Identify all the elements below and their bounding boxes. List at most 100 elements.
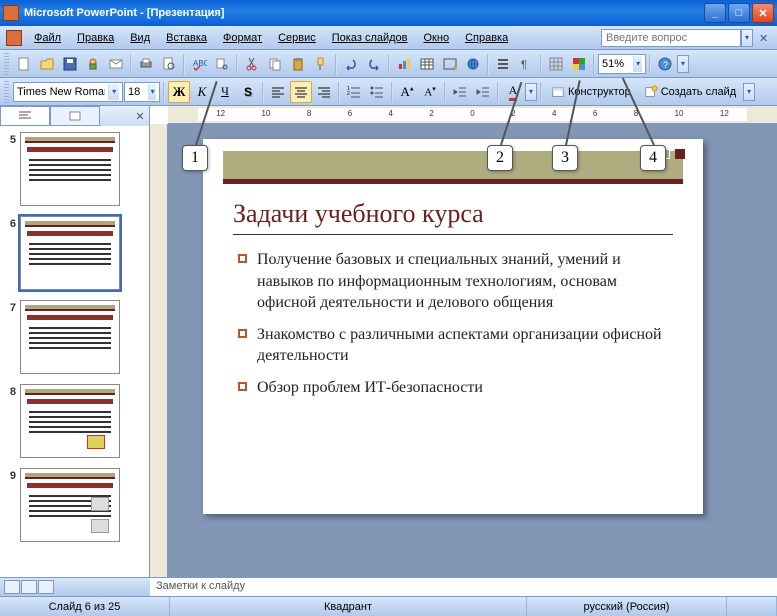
horizontal-ruler[interactable]: 12108642024681012 <box>168 106 777 124</box>
toolbar-options[interactable]: ▾ <box>677 55 689 73</box>
font-color-dropdown[interactable]: ▾ <box>525 83 537 101</box>
slide-stage[interactable]: Задачи учебного курса Получение базовых … <box>168 124 777 577</box>
spellcheck-icon[interactable]: ABC <box>188 53 210 75</box>
callout-3: 3 <box>552 145 578 171</box>
shadow-button[interactable]: S <box>237 81 259 103</box>
increase-indent-icon[interactable] <box>472 81 494 103</box>
new-icon[interactable] <box>13 53 35 75</box>
thumbnail-list[interactable]: 5 6 7 8 9 <box>0 126 149 577</box>
slide-body[interactable]: Получение базовых и специальных знаний, … <box>238 249 673 409</box>
status-language[interactable]: русский (Россия) <box>527 597 727 616</box>
research-icon[interactable] <box>211 53 233 75</box>
print-icon[interactable] <box>135 53 157 75</box>
grid-icon[interactable] <box>545 53 567 75</box>
bullet-item[interactable]: Получение базовых и специальных знаний, … <box>238 249 673 314</box>
maximize-button[interactable]: □ <box>728 3 750 23</box>
normal-view-button[interactable] <box>4 580 20 594</box>
menu-window[interactable]: Окно <box>416 29 458 47</box>
status-layout: Квадрант <box>170 597 527 616</box>
menubar: Файл Правка Вид Вставка Формат Сервис По… <box>0 26 777 50</box>
align-right-icon[interactable] <box>313 81 335 103</box>
zoom-input[interactable] <box>602 58 630 70</box>
cut-icon[interactable] <box>241 53 263 75</box>
zoom-combo[interactable]: ▾ <box>598 54 646 74</box>
slide-editor: 12108642024681012 Задачи учебного курса … <box>150 106 777 577</box>
insert-table-icon[interactable] <box>416 53 438 75</box>
tables-borders-icon[interactable] <box>439 53 461 75</box>
bullet-item[interactable]: Знакомство с различными аспектами органи… <box>238 324 673 367</box>
callout-1: 1 <box>182 145 208 171</box>
expand-all-icon[interactable] <box>492 53 514 75</box>
svg-text:¶: ¶ <box>521 59 527 71</box>
menu-slideshow[interactable]: Показ слайдов <box>324 29 416 47</box>
font-combo[interactable]: ▾ <box>13 82 123 102</box>
thumbnail-5[interactable]: 5 <box>4 132 145 206</box>
doc-close-button[interactable]: ✕ <box>759 32 771 44</box>
redo-icon[interactable] <box>363 53 385 75</box>
undo-icon[interactable] <box>340 53 362 75</box>
slide-canvas[interactable]: Задачи учебного курса Получение базовых … <box>203 139 703 514</box>
align-center-icon[interactable] <box>290 81 312 103</box>
callout-4: 4 <box>640 145 666 171</box>
toolbar-grip[interactable] <box>4 53 9 75</box>
toolbar-options-2[interactable]: ▾ <box>743 83 755 101</box>
callout-2: 2 <box>487 145 513 171</box>
notes-pane[interactable]: Заметки к слайду <box>150 577 777 596</box>
minimize-button[interactable]: _ <box>704 3 726 23</box>
help-icon[interactable]: ? <box>654 53 676 75</box>
insert-chart-icon[interactable] <box>393 53 415 75</box>
decrease-indent-icon[interactable] <box>449 81 471 103</box>
bulleted-list-icon[interactable] <box>366 81 388 103</box>
font-input[interactable] <box>17 86 105 98</box>
thumbnail-9[interactable]: 9 <box>4 468 145 542</box>
menu-edit[interactable]: Правка <box>69 29 122 47</box>
decrease-font-icon[interactable]: A▾ <box>419 81 441 103</box>
format-painter-icon[interactable] <box>310 53 332 75</box>
underline-button[interactable]: Ч <box>214 81 236 103</box>
copy-icon[interactable] <box>264 53 286 75</box>
app-icon <box>3 5 19 21</box>
preview-icon[interactable] <box>158 53 180 75</box>
show-formatting-icon[interactable]: ¶ <box>515 53 537 75</box>
close-button[interactable]: ✕ <box>752 3 774 23</box>
permission-icon[interactable] <box>82 53 104 75</box>
vertical-ruler[interactable] <box>150 124 168 577</box>
thumbnail-8[interactable]: 8 <box>4 384 145 458</box>
slide-title[interactable]: Задачи учебного курса <box>233 199 673 235</box>
menu-help[interactable]: Справка <box>457 29 516 47</box>
view-buttons <box>0 577 150 596</box>
menu-view[interactable]: Вид <box>122 29 158 47</box>
numbered-list-icon[interactable]: 12 <box>343 81 365 103</box>
paste-icon[interactable] <box>287 53 309 75</box>
menu-service[interactable]: Сервис <box>270 29 324 47</box>
menu-insert[interactable]: Вставка <box>158 29 215 47</box>
open-icon[interactable] <box>36 53 58 75</box>
standard-toolbar: ABC ¶ ▾ ? ▾ <box>0 50 777 78</box>
bullet-item[interactable]: Обзор проблем ИТ-безопасности <box>238 377 673 399</box>
ask-dropdown[interactable]: ▾ <box>741 29 753 47</box>
menu-format[interactable]: Формат <box>215 29 270 47</box>
toolbar-grip[interactable] <box>4 81 9 103</box>
outline-tab[interactable] <box>0 106 50 126</box>
slideshow-view-button[interactable] <box>38 580 54 594</box>
increase-font-icon[interactable]: A▴ <box>396 81 418 103</box>
ask-question-box[interactable] <box>601 29 741 47</box>
font-size-input[interactable] <box>128 86 145 98</box>
font-size-combo[interactable]: ▾ <box>124 82 160 102</box>
slides-tab[interactable] <box>50 106 100 126</box>
status-slide: Слайд 6 из 25 <box>0 597 170 616</box>
sorter-view-button[interactable] <box>21 580 37 594</box>
save-icon[interactable] <box>59 53 81 75</box>
insert-hyperlink-icon[interactable] <box>462 53 484 75</box>
align-left-icon[interactable] <box>267 81 289 103</box>
color-icon[interactable] <box>568 53 590 75</box>
bold-button[interactable]: Ж <box>168 81 190 103</box>
email-icon[interactable] <box>105 53 127 75</box>
menu-file[interactable]: Файл <box>26 29 69 47</box>
thumbnail-7[interactable]: 7 <box>4 300 145 374</box>
thumbnail-6[interactable]: 6 <box>4 216 145 290</box>
pane-close-icon[interactable]: ✕ <box>131 106 149 126</box>
svg-text:?: ? <box>663 60 668 70</box>
new-slide-button[interactable]: Создать слайд <box>638 81 742 103</box>
designer-button[interactable]: Конструктор <box>545 81 637 103</box>
